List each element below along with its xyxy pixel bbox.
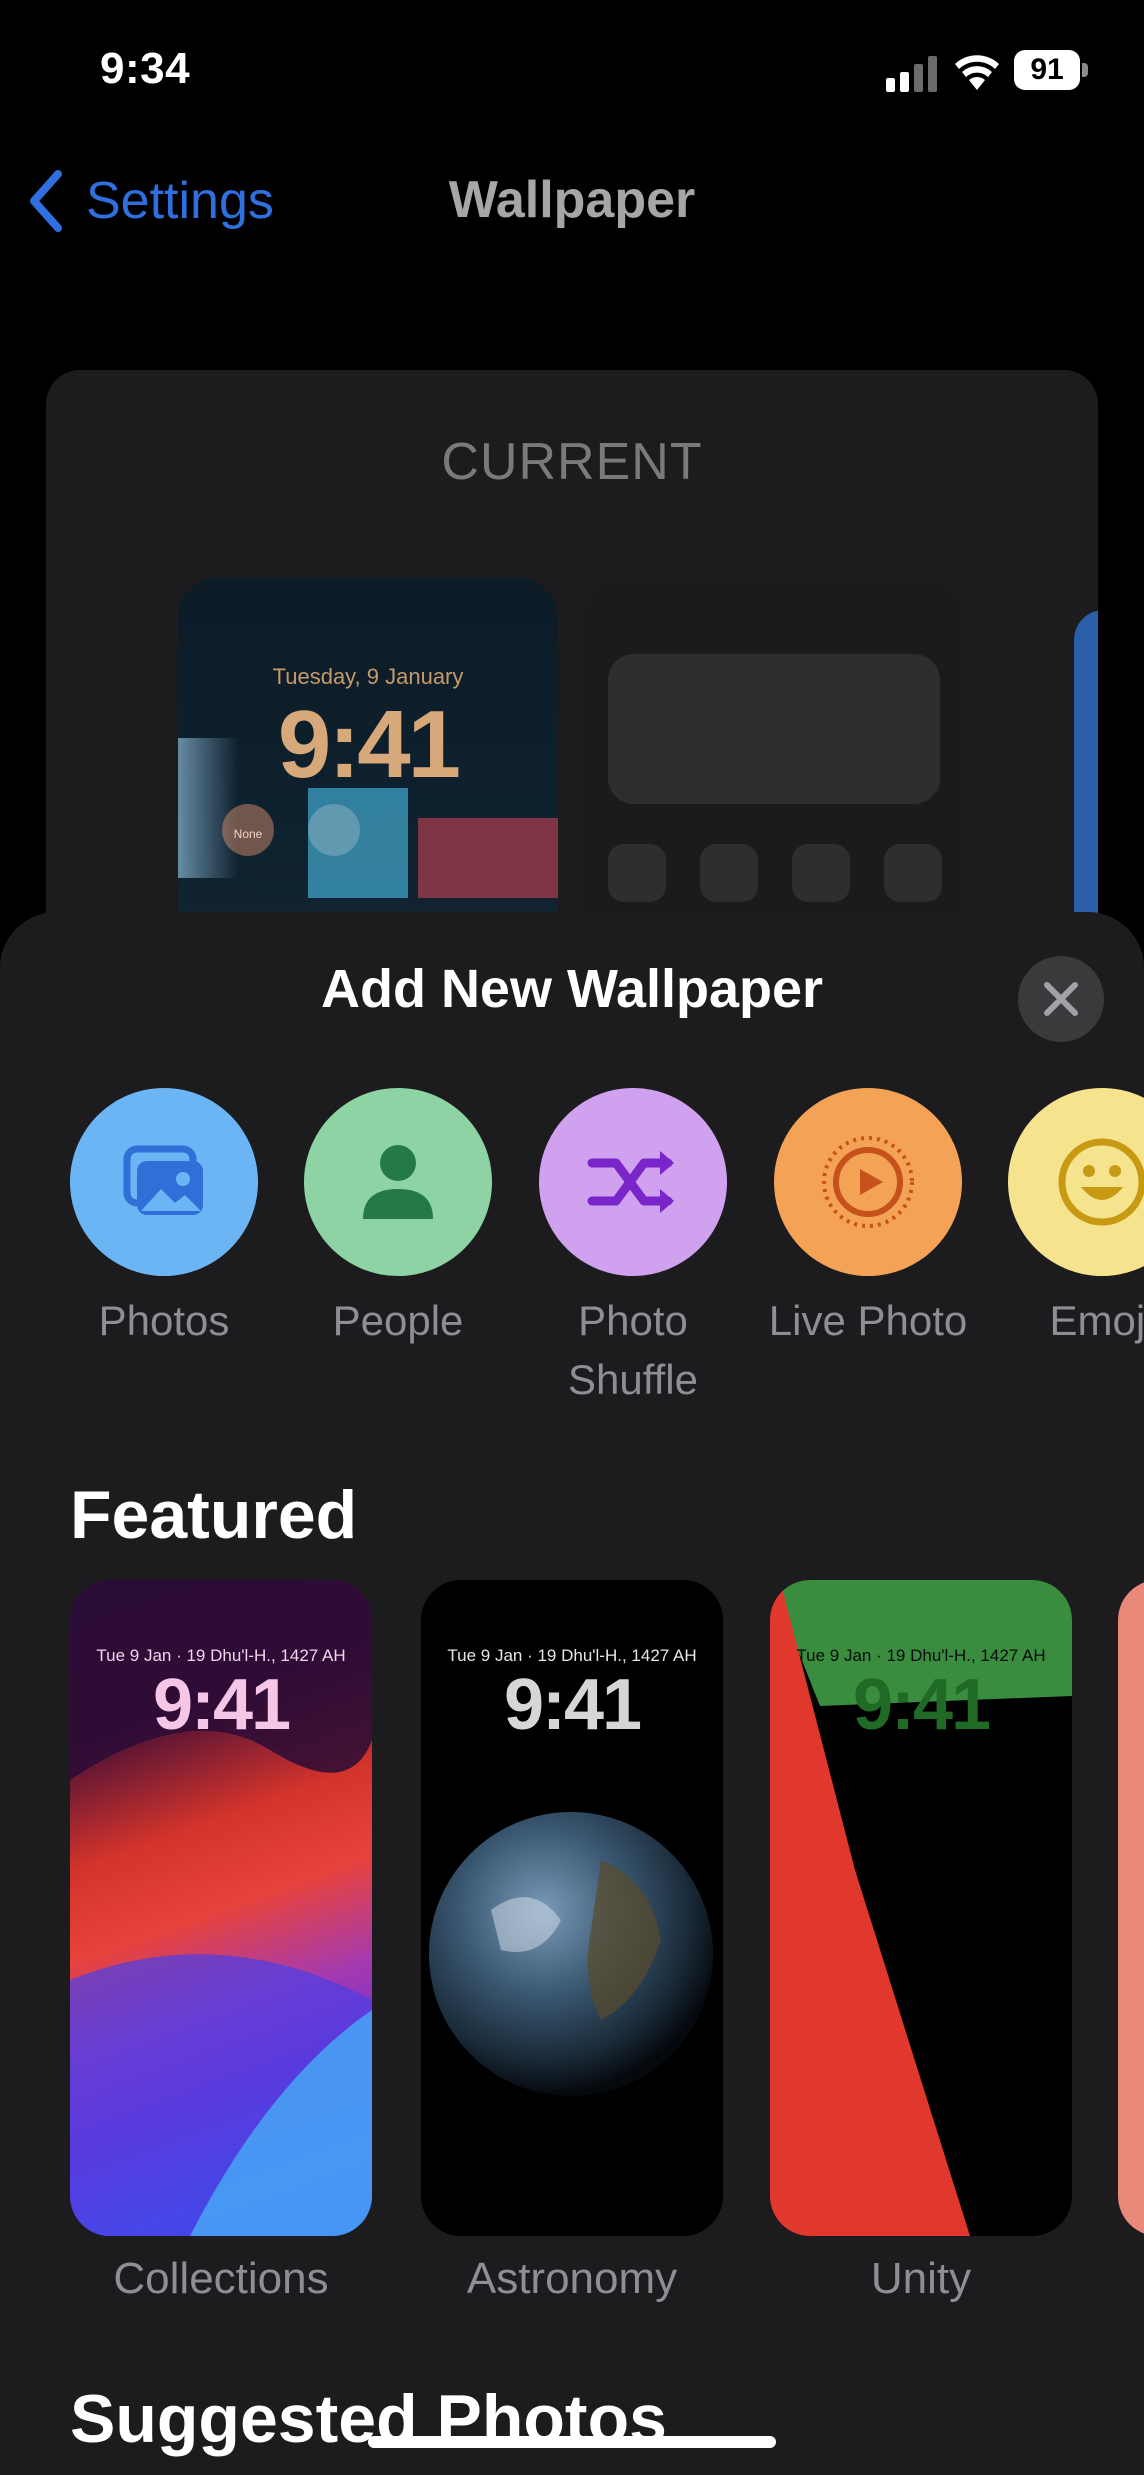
featured-card-astronomy[interactable]: Tue 9 Jan · 19 Dhu'l-H., 1427 AH 9:41 (421, 1580, 723, 2236)
featured-time: 9:41 (503, 1665, 642, 1745)
featured-time: 9:41 (152, 1665, 291, 1745)
wifi-icon (955, 55, 999, 90)
type-photos[interactable]: Photos (46, 1088, 282, 1351)
type-emoji[interactable]: Emoji (984, 1088, 1144, 1351)
featured-date: Tue 9 Jan · 19 Dhu'l-H., 1427 AH (796, 1646, 1046, 1665)
featured-label: Collections (113, 2254, 329, 2303)
featured-label: Astronomy (466, 2254, 678, 2303)
emoji-icon (1008, 1088, 1144, 1276)
close-icon (1044, 982, 1078, 1016)
featured-label: Unity (870, 2254, 972, 2303)
cellular-signal-icon (886, 52, 938, 92)
current-label: CURRENT (441, 433, 703, 491)
featured-date: Tue 9 Jan · 19 Dhu'l-H., 1427 AH (96, 1646, 346, 1665)
home-indicator[interactable] (368, 2436, 776, 2448)
page-title: Wallpaper (448, 171, 696, 229)
featured-card-unity[interactable]: Tue 9 Jan · 19 Dhu'l-H., 1427 AH 9:41 (770, 1580, 1072, 2236)
person-icon (304, 1088, 492, 1276)
battery-level: 91 (1014, 50, 1080, 90)
lock-date: Tuesday, 9 January (272, 664, 464, 689)
lock-time: 9:41 (277, 691, 461, 798)
type-label: Photo Shuffle (568, 1297, 698, 1403)
wallpaper-type-row: Photos People Photo Shuffle Live Photo E… (0, 1088, 1144, 1418)
sheet-title: Add New Wallpaper (320, 959, 824, 1019)
type-label: Photos (98, 1297, 230, 1344)
featured-card-next[interactable] (1118, 1580, 1144, 2236)
featured-card-collections[interactable]: Tue 9 Jan · 19 Dhu'l-H., 1427 AH 9:41 (70, 1580, 372, 2236)
type-photo-shuffle[interactable]: Photo Shuffle (515, 1088, 751, 1410)
close-button[interactable] (1018, 956, 1104, 1042)
widget-label: None (233, 827, 263, 841)
type-people[interactable]: People (280, 1088, 516, 1351)
type-label: Live Photo (768, 1297, 968, 1344)
type-label: People (332, 1297, 464, 1344)
add-wallpaper-sheet: Add New Wallpaper Photos People Photo Sh… (0, 912, 1144, 2475)
shuffle-icon (539, 1088, 727, 1276)
type-label: Emoji (1049, 1297, 1144, 1344)
camera-widget-icon (308, 804, 360, 856)
type-live-photo[interactable]: Live Photo (750, 1088, 986, 1351)
featured-heading: Featured (70, 1477, 358, 1553)
featured-time: 9:41 (852, 1665, 991, 1745)
battery-indicator: 91 (1014, 50, 1088, 90)
featured-date: Tue 9 Jan · 19 Dhu'l-H., 1427 AH (447, 1646, 697, 1665)
status-time: 9:34 (100, 44, 191, 93)
calendar-widget: None (222, 804, 274, 856)
photos-icon (70, 1088, 258, 1276)
live-photo-icon (774, 1088, 962, 1276)
